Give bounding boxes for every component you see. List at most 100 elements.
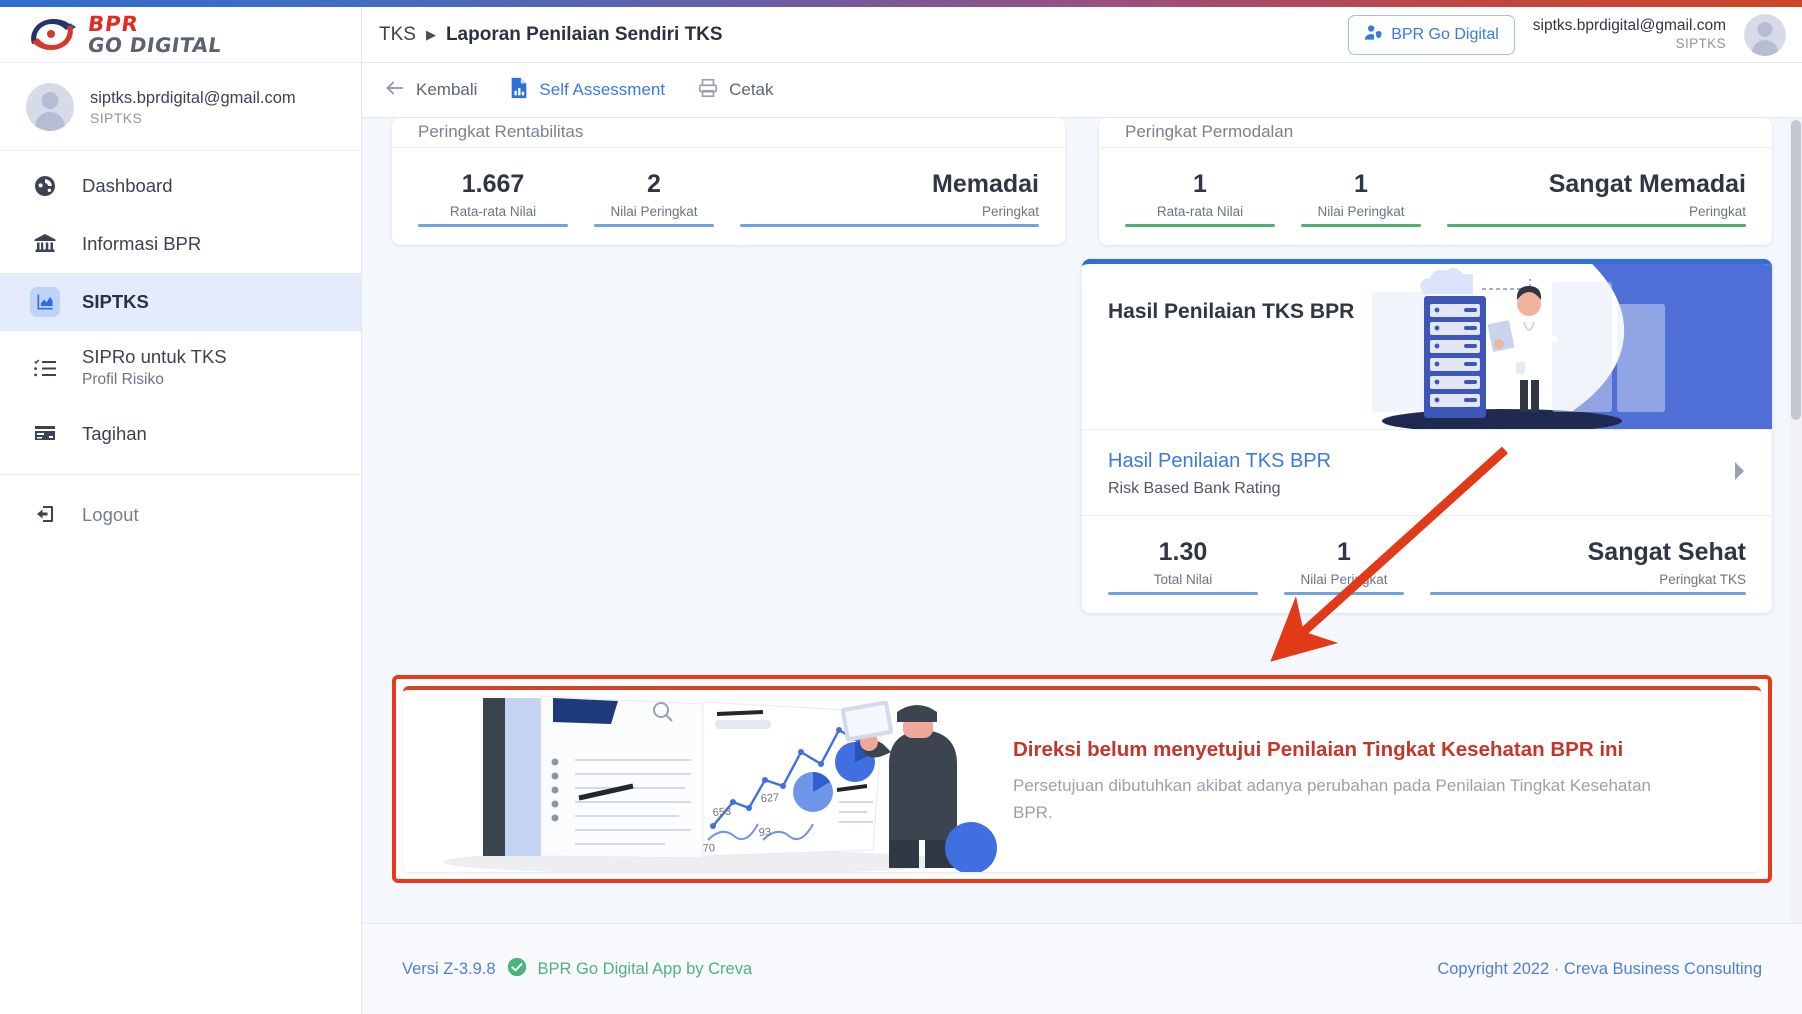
avatar: [26, 82, 74, 131]
chevron-right-icon: ▶: [425, 27, 436, 42]
result-link-title: Hasil Penilaian TKS BPR: [1108, 449, 1332, 472]
stat-underline: [594, 223, 714, 227]
stat-cell: 2 Nilai Peringkat: [594, 170, 714, 227]
avatar[interactable]: [1744, 13, 1786, 56]
app-root: BPR GO DIGITAL siptks.bprdigital@gmail.c…: [0, 0, 1802, 1014]
bpr-go-digital-button[interactable]: BPR Go Digital: [1348, 14, 1515, 55]
data-center-technician-illustration-icon: [1372, 263, 1772, 429]
breadcrumb-root[interactable]: TKS: [379, 24, 416, 46]
sidebar-nav: Dashboard Informasi BPR SIPTKS SIPRo unt…: [0, 151, 361, 543]
chevron-right-icon[interactable]: [1732, 461, 1746, 485]
stat-value: 1: [1193, 170, 1207, 198]
approval-alert-card[interactable]: 653 627 93 70 Direksi belum menyetujui P…: [403, 685, 1761, 872]
stat-value: Sangat Memadai: [1548, 170, 1746, 198]
stat-card-rentabilitas: Peringkat Rentabilitas 1.667 Rata-rata N…: [392, 118, 1065, 245]
stat-cell: 1 Nilai Peringkat: [1284, 538, 1404, 595]
footer-app-name: BPR Go Digital App by Creva: [537, 959, 753, 978]
sidebar-item-label: Dashboard: [82, 175, 173, 197]
result-link-subtitle: Risk Based Bank Rating: [1108, 479, 1281, 497]
alert-title: Direksi belum menyetujui Penilaian Tingk…: [1013, 737, 1624, 761]
header-user-email: siptks.bprdigital@gmail.com: [1532, 17, 1726, 35]
sidebar-user-box[interactable]: siptks.bprdigital@gmail.com SIPTKS: [0, 63, 361, 151]
main-content: Peringkat Rentabilitas 1.667 Rata-rata N…: [362, 118, 1802, 923]
svg-text:627: 627: [760, 791, 779, 804]
sidebar-item-tagihan[interactable]: Tagihan: [0, 404, 361, 462]
footer-copyright: Copyright 2022 · Creva Business Consulti…: [1437, 959, 1762, 978]
page-header: TKS ▶ Laporan Penilaian Sendiri TKS BPR …: [362, 7, 1802, 63]
stat-underline: [1125, 223, 1275, 227]
stat-value: 1.667: [461, 170, 525, 198]
sidebar-item-label: SIPTKS: [82, 291, 149, 313]
stat-underline: [1430, 591, 1746, 595]
card-header: Peringkat Permodalan: [1099, 118, 1772, 148]
green-check-circle-icon: [507, 957, 527, 982]
stat-cell: 1.667 Rata-rata Nilai: [418, 170, 568, 227]
stat-label: Rata-rata Nilai: [449, 203, 537, 219]
result-card-hasil-penilaian: Hasil Penilaian TKS BPR Hasil Penilaian …: [1082, 258, 1772, 613]
stat-cell: 1.30 Total Nilai: [1108, 538, 1258, 595]
print-button[interactable]: Cetak: [697, 77, 774, 104]
bpr-swoosh-logo-icon: [31, 19, 76, 51]
header-user-role: SIPTKS: [1675, 35, 1726, 51]
sidebar-item-label: Logout: [82, 503, 139, 525]
stat-value: Sangat Sehat: [1587, 537, 1746, 566]
brand-line2: GO DIGITAL: [86, 33, 224, 57]
stat-label: Peringkat: [1688, 203, 1746, 219]
business-analytics-presentation-illustration-icon: 653 627 93 70: [403, 690, 1003, 872]
document-chart-icon: [509, 77, 529, 104]
card-header: Peringkat Rentabilitas: [392, 118, 1065, 148]
stat-label: Nilai Peringkat: [610, 203, 698, 219]
result-hero-title: Hasil Penilaian TKS BPR: [1108, 299, 1355, 323]
sidebar-item-label: Informasi BPR: [82, 233, 202, 255]
sidebar-item-sublabel: Profil Risiko: [82, 371, 164, 389]
chart-area-icon: [30, 287, 60, 317]
alert-subtitle: Persetujuan dibutuhkan akibat adanya per…: [1013, 776, 1651, 822]
stat-cell: 1 Nilai Peringkat: [1301, 170, 1421, 227]
stat-label: Nilai Peringkat: [1300, 571, 1388, 587]
brand-line1: BPR: [86, 11, 141, 36]
stat-label: Peringkat: [981, 203, 1039, 219]
header-right: BPR Go Digital siptks.bprdigital@gmail.c…: [1348, 13, 1802, 56]
credit-card-icon: [30, 418, 60, 448]
stat-cell: Sangat Sehat Peringkat TKS: [1430, 538, 1746, 595]
brand-logo[interactable]: BPR GO DIGITAL: [0, 7, 361, 63]
stat-value: 1: [1354, 170, 1368, 198]
checklist-icon: [30, 353, 60, 383]
svg-text:70: 70: [702, 842, 715, 855]
sidebar-item-logout[interactable]: Logout: [0, 485, 361, 543]
stat-label: Nilai Peringkat: [1317, 203, 1405, 219]
stat-cell: Memadai Peringkat: [740, 170, 1039, 227]
card-title: Peringkat Permodalan: [1125, 122, 1294, 141]
stat-underline: [740, 223, 1039, 227]
stat-card-permodalan: Peringkat Permodalan 1 Rata-rata Nilai 1…: [1099, 118, 1772, 245]
stat-grid: 1 Rata-rata Nilai 1 Nilai Peringkat Sang…: [1099, 148, 1772, 245]
sidebar-item-label: Tagihan: [82, 422, 147, 444]
result-row: Hasil Penilaian TKS BPR Hasil Penilaian …: [362, 245, 1802, 613]
svg-text:653: 653: [712, 805, 731, 818]
red-highlight-box-annotation: 653 627 93 70 Direksi belum menyetujui P…: [392, 674, 1772, 883]
header-user-info[interactable]: siptks.bprdigital@gmail.com SIPTKS: [1533, 17, 1726, 52]
self-assessment-button[interactable]: Self Assessment: [509, 77, 665, 104]
back-label: Kembali: [416, 80, 478, 99]
arrow-left-icon: [384, 77, 406, 104]
alert-banner-wrapper: 653 627 93 70 Direksi belum menyetujui P…: [362, 613, 1802, 883]
print-label: Cetak: [729, 80, 774, 99]
result-link-row[interactable]: Hasil Penilaian TKS BPR Risk Based Bank …: [1082, 428, 1772, 515]
sidebar-item-dashboard[interactable]: Dashboard: [0, 157, 361, 215]
stat-underline: [1301, 223, 1421, 227]
result-hero: Hasil Penilaian TKS BPR: [1082, 263, 1772, 429]
stat-underline: [1447, 223, 1746, 227]
stat-grid: 1.30 Total Nilai 1 Nilai Peringkat Sanga…: [1082, 516, 1772, 613]
vertical-scrollbar-thumb[interactable]: [1791, 120, 1801, 420]
stat-label: Rata-rata Nilai: [1156, 203, 1244, 219]
sidebar-user-email: siptks.bprdigital@gmail.com: [90, 89, 296, 108]
back-button[interactable]: Kembali: [384, 77, 477, 104]
stat-underline: [1108, 591, 1258, 595]
sidebar-item-siptks[interactable]: SIPTKS: [0, 273, 361, 331]
sidebar-item-sipro-untuk-tks[interactable]: SIPRo untuk TKS Profil Risiko: [0, 331, 361, 404]
footer-version: Versi Z-3.9.8: [402, 959, 496, 978]
footer-left: Versi Z-3.9.8 BPR Go Digital App by Crev…: [402, 957, 752, 982]
user-shield-icon: [1364, 23, 1383, 47]
sidebar-item-informasi-bpr[interactable]: Informasi BPR: [0, 215, 361, 273]
bpr-go-digital-label: BPR Go Digital: [1391, 25, 1499, 43]
